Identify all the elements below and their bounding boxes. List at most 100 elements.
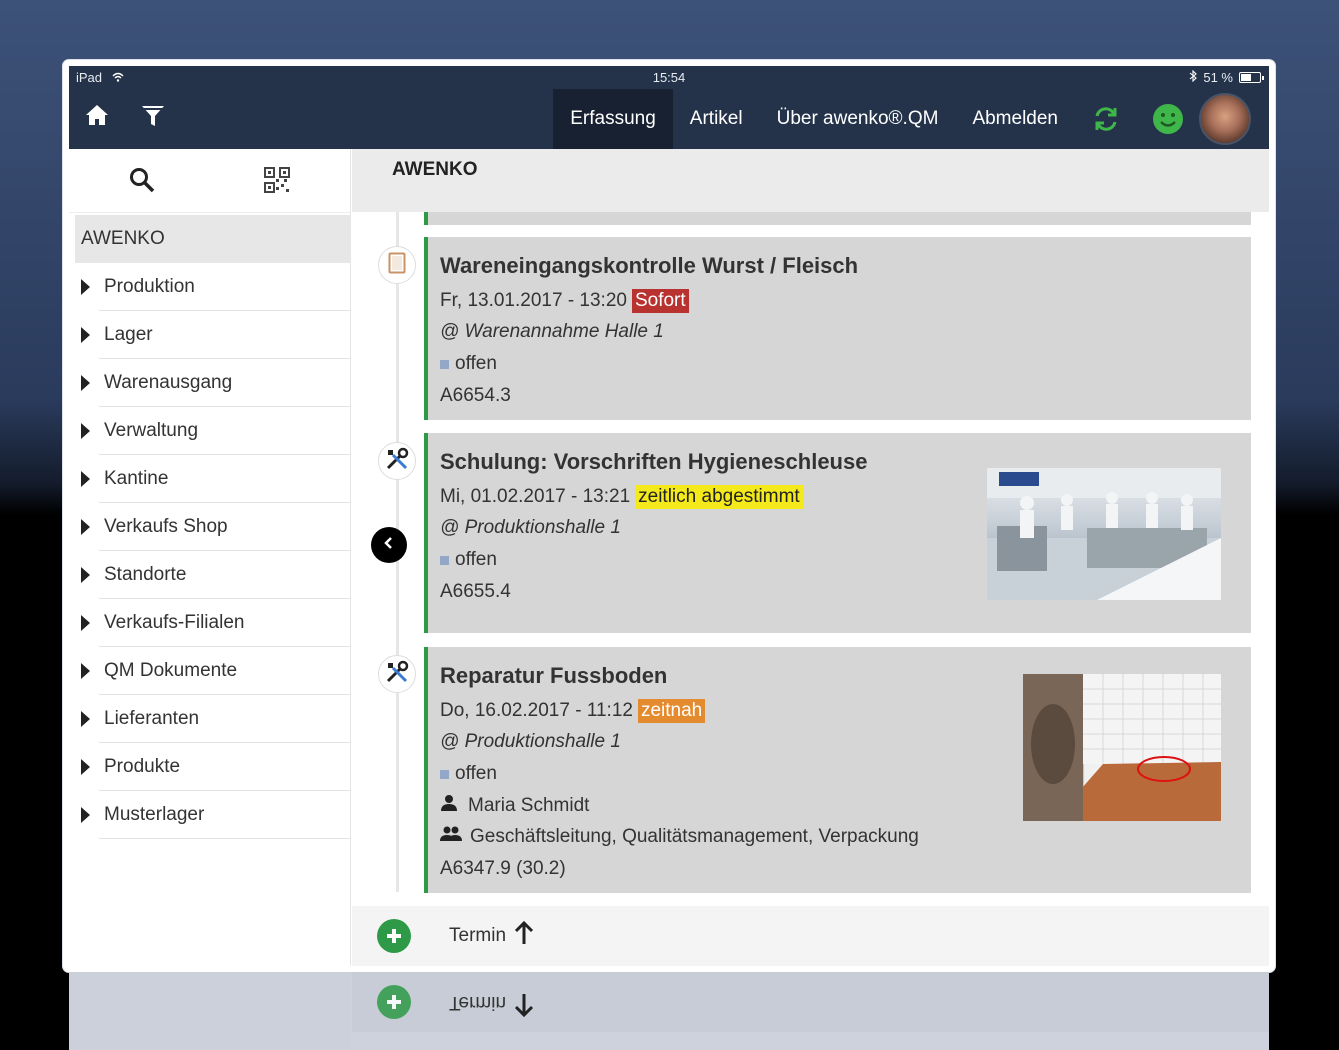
card-title: Schulung: Vorschriften Hygieneschleuse: [440, 449, 868, 474]
card-photo[interactable]: [1023, 674, 1221, 821]
expand-triangle-icon: [81, 663, 90, 679]
main-content: AWENKO Wareneingangskontrolle Wurst / Fl…: [352, 149, 1269, 966]
sidebar-list: Produktion Lager Warenausgang Verwaltung…: [75, 263, 351, 839]
sidebar-item-label: Kantine: [104, 468, 169, 489]
sidebar-item-kantine[interactable]: Kantine: [75, 455, 351, 503]
card-title: Wareneingangskontrolle Wurst / Fleisch: [440, 253, 859, 278]
card-person-name: Maria Schmidt: [468, 795, 590, 816]
card-code: A6655.4: [440, 581, 511, 602]
card-location[interactable]: @ Produktionshalle 1: [440, 731, 621, 753]
task-card[interactable]: Schulung: Vorschriften Hygieneschleuse M…: [424, 433, 1251, 633]
sidebar-item-label: Verwaltung: [104, 420, 199, 441]
card-photo[interactable]: [987, 468, 1221, 600]
expand-triangle-icon: [81, 327, 90, 343]
expand-triangle-icon: [81, 759, 90, 775]
card-node: [378, 442, 416, 480]
bluetooth-icon: [1189, 69, 1198, 85]
sidebar-item-musterlager[interactable]: Musterlager: [75, 791, 351, 839]
priority-badge: zeitlich abgestimmt: [635, 485, 803, 509]
card-status-label: offen: [455, 353, 497, 374]
sidebar-item-standorte[interactable]: Standorte: [75, 551, 351, 599]
card-groups-label: Geschäftsleitung, Qualitätsmanagement, V…: [470, 826, 919, 847]
sidebar-root-item[interactable]: AWENKO: [75, 215, 351, 263]
filter-icon[interactable]: [141, 104, 165, 133]
card-status: offen: [440, 353, 497, 375]
sidebar-item-warenausgang[interactable]: Warenausgang: [75, 359, 351, 407]
status-square-icon: [440, 359, 449, 369]
card-date: Do, 16.02.2017 - 11:12: [440, 700, 633, 721]
card-date: Fr, 13.01.2017 - 13:20: [440, 290, 627, 311]
expand-triangle-icon: [81, 711, 90, 727]
sidebar-item-label: Produktion: [104, 276, 195, 297]
reflection-footer: Termin: [352, 972, 1269, 1032]
priority-badge: Sofort: [631, 289, 689, 313]
home-icon[interactable]: [85, 104, 109, 133]
nav-erfassung[interactable]: Erfassung: [553, 89, 673, 149]
sync-icon[interactable]: [1075, 89, 1137, 149]
status-right: 51 %: [1189, 69, 1264, 85]
expand-triangle-icon: [81, 567, 90, 583]
card-groups: Geschäftsleitung, Qualitätsmanagement, V…: [440, 826, 919, 848]
battery-icon: [1239, 72, 1264, 83]
sidebar-item-label: Standorte: [104, 564, 187, 585]
group-icon: [440, 826, 462, 848]
collapse-sidebar-button[interactable]: [371, 527, 407, 563]
reflection-sidebar: [69, 972, 351, 1050]
reflection-label: Termin: [449, 987, 534, 1018]
sidebar-item-lieferanten[interactable]: Lieferanten: [75, 695, 351, 743]
expand-triangle-icon: [81, 807, 90, 823]
card-date: Mi, 01.02.2017 - 13:21: [440, 486, 631, 507]
sidebar-item-label: Lieferanten: [104, 708, 200, 729]
task-card[interactable]: Wareneingangskontrolle Wurst / Fleisch F…: [424, 237, 1251, 420]
avatar[interactable]: [1199, 93, 1251, 145]
card-status: offen: [440, 549, 497, 571]
document-icon: [388, 252, 406, 279]
card-title: Reparatur Fussboden: [440, 663, 668, 688]
smiley-icon[interactable]: [1137, 89, 1199, 149]
sidebar-item-verkaufs-shop[interactable]: Verkaufs Shop: [75, 503, 351, 551]
sort-by-termin[interactable]: Termin: [449, 920, 534, 951]
expand-triangle-icon: [81, 471, 90, 487]
sidebar-item-label: Lager: [104, 324, 153, 345]
sidebar-item-qm-dokumente[interactable]: QM Dokumente: [75, 647, 351, 695]
chevron-left-icon: [382, 536, 396, 555]
screen-reflection: Termin: [69, 972, 1269, 1050]
nav-ueber[interactable]: Über awenko®.QM: [760, 89, 956, 149]
sidebar-item-produkte[interactable]: Produkte: [75, 743, 351, 791]
nav-artikel[interactable]: Artikel: [673, 89, 760, 149]
card-node: [378, 246, 416, 284]
page-title: AWENKO: [352, 149, 1269, 212]
sidebar-item-verwaltung[interactable]: Verwaltung: [75, 407, 351, 455]
sidebar-tools: [69, 149, 350, 213]
card-location[interactable]: @ Produktionshalle 1: [440, 517, 621, 539]
card-status-label: offen: [455, 549, 497, 570]
qr-code-icon[interactable]: [264, 167, 290, 198]
nav-abmelden[interactable]: Abmelden: [955, 89, 1075, 149]
expand-triangle-icon: [81, 519, 90, 535]
sidebar-item-label: Verkaufs Shop: [104, 516, 228, 537]
card-date-line: Fr, 13.01.2017 - 13:20 Sofort: [440, 289, 689, 313]
card-status: offen: [440, 763, 497, 785]
sort-bar: Termin: [352, 906, 1269, 966]
status-bar: iPad 15:54 51 %: [69, 66, 1269, 88]
task-card[interactable]: Reparatur Fussboden Do, 16.02.2017 - 11:…: [424, 647, 1251, 893]
sidebar-item-produktion[interactable]: Produktion: [75, 263, 351, 311]
previous-card-edge[interactable]: [424, 212, 1251, 225]
sidebar: AWENKO Produktion Lager Warenausgang Ver…: [69, 149, 351, 966]
app-screen: iPad 15:54 51 % Erfassung Artikel Über a…: [69, 66, 1269, 966]
sort-label: Termin: [449, 925, 507, 946]
top-bar: iPad 15:54 51 % Erfassung Artikel Über a…: [69, 66, 1269, 149]
card-location[interactable]: @ Warenannahme Halle 1: [440, 321, 664, 343]
arrow-up-icon: [514, 987, 534, 1018]
tools-icon: [385, 447, 409, 476]
clock: 15:54: [652, 70, 686, 85]
card-node: [378, 655, 416, 693]
card-status-label: offen: [455, 763, 497, 784]
person-icon: [440, 794, 458, 818]
add-button[interactable]: [377, 919, 411, 953]
sidebar-item-verkaufs-filialen[interactable]: Verkaufs-Filialen: [75, 599, 351, 647]
search-icon[interactable]: [129, 167, 155, 198]
sidebar-item-lager[interactable]: Lager: [75, 311, 351, 359]
expand-triangle-icon: [81, 615, 90, 631]
toolbar-icons: [85, 104, 165, 133]
